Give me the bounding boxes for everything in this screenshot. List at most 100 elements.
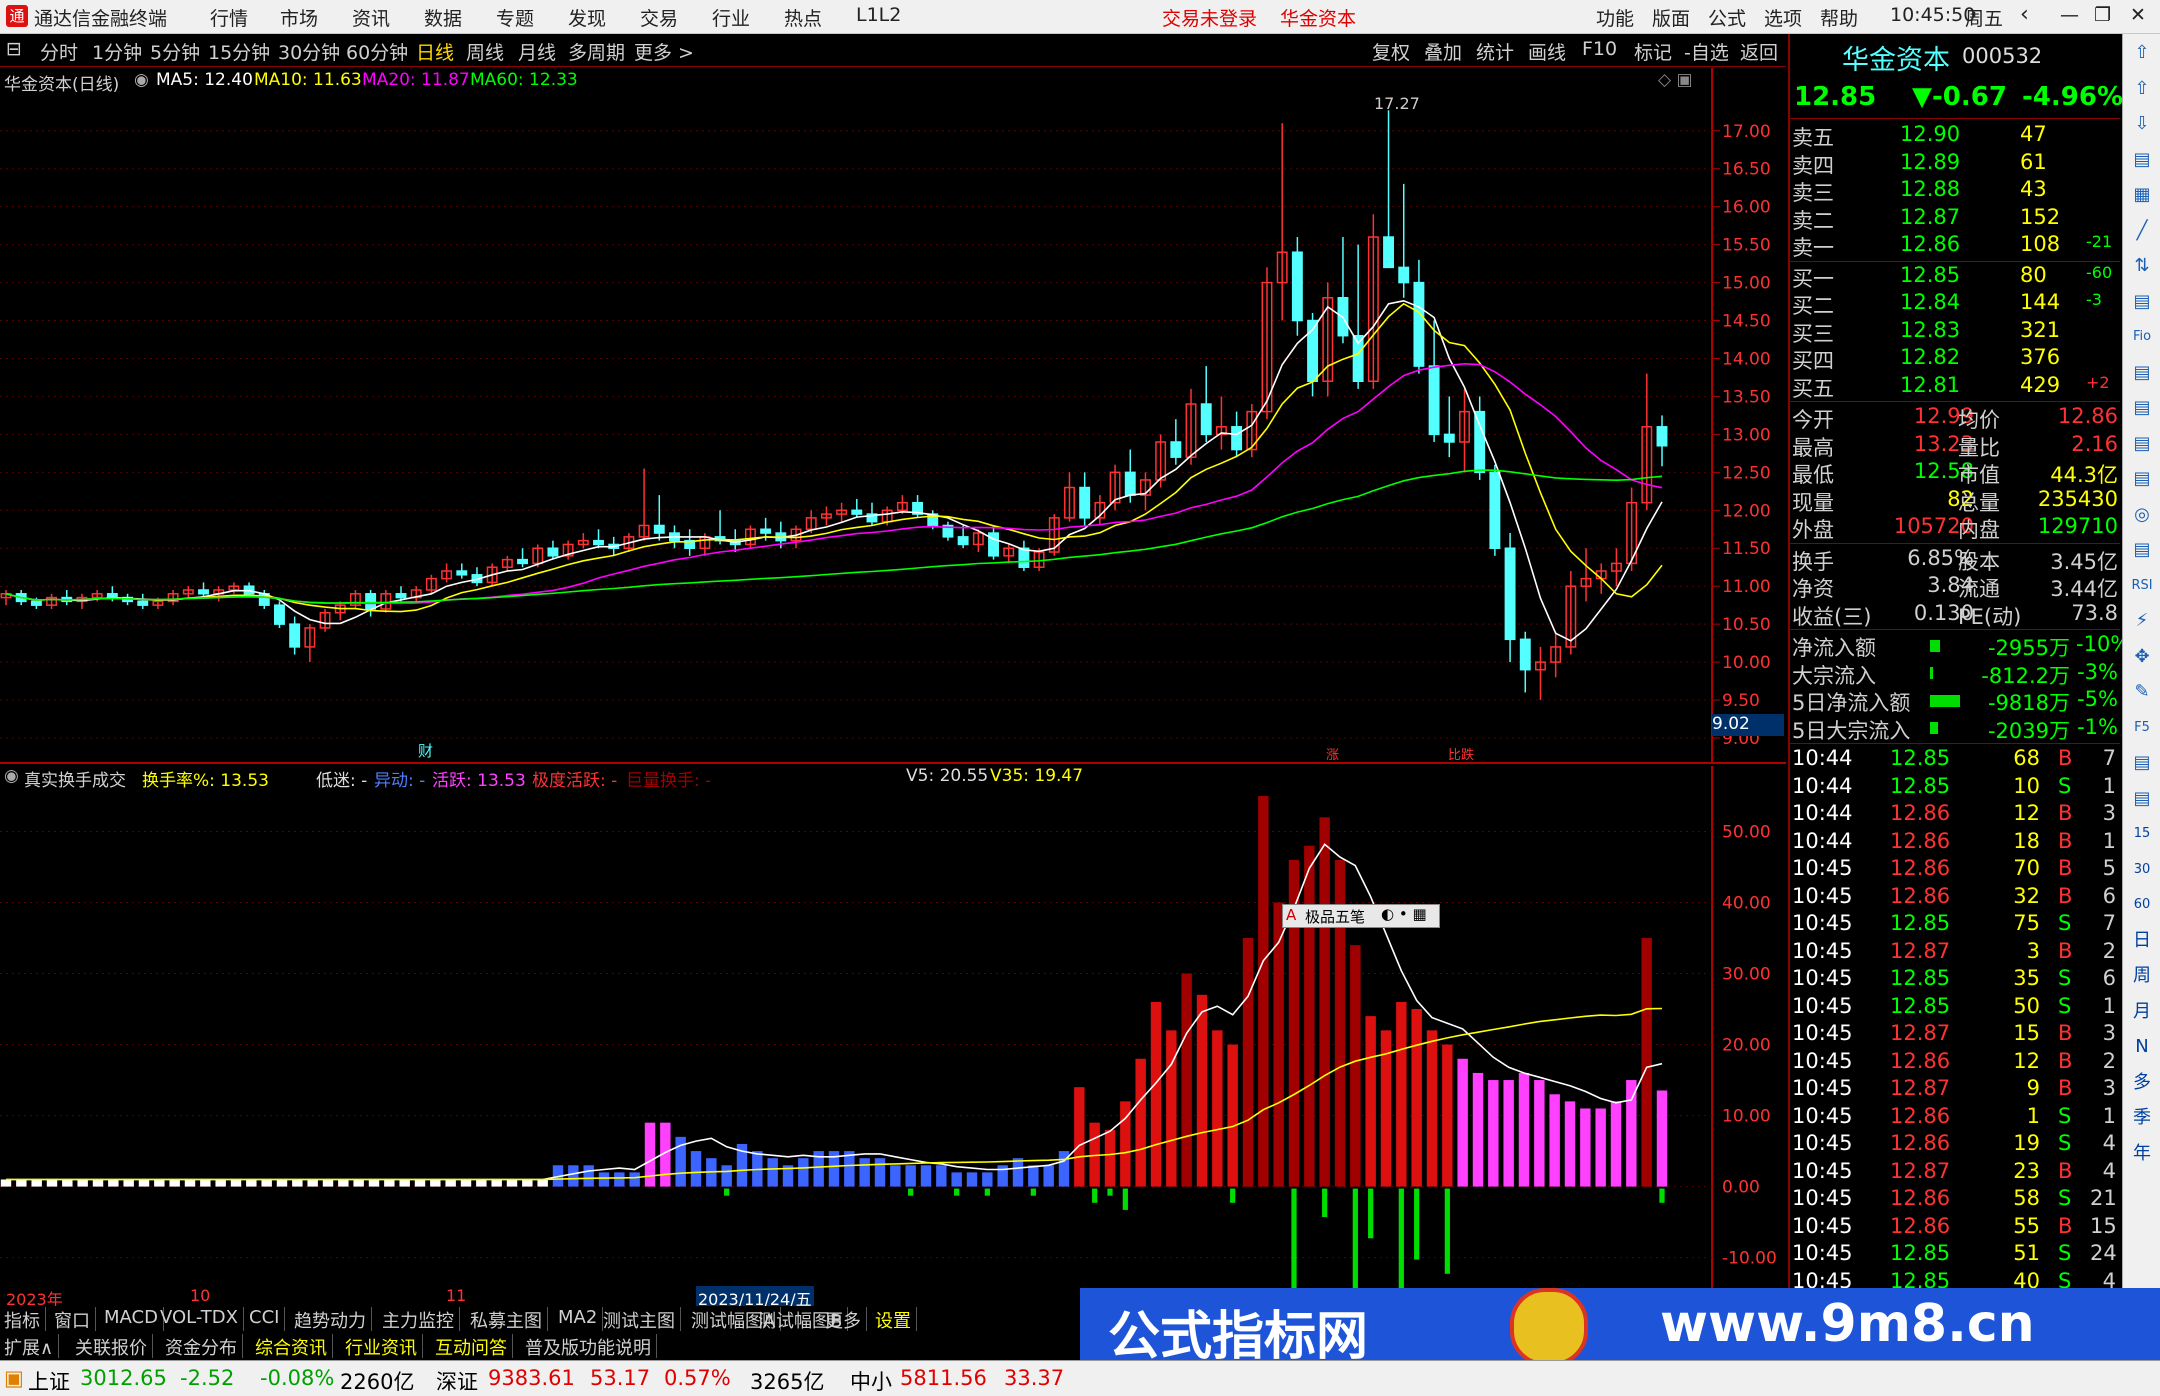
sub-legend-toggle-icon[interactable]: ◉ [4,766,19,786]
btn-stats[interactable]: 统计 [1476,38,1514,65]
index-sme-name[interactable]: 中小 [850,1366,892,1396]
legend-toggle-icon[interactable]: ◉ [134,70,149,90]
btn-overlay[interactable]: 叠加 [1424,38,1462,65]
ime-name[interactable]: 极品五笔 [1305,906,1365,927]
side-tool-icon[interactable]: ▤ [2127,358,2157,388]
side-tool-icon[interactable]: ▤ [2127,535,2157,565]
info-tab[interactable]: 扩展∧ [4,1334,60,1359]
ime-options-icon[interactable]: ◐ • ▦ [1381,905,1427,923]
index-sh-name[interactable]: 上证 [28,1366,70,1396]
menu-quotes[interactable]: 行情 [210,4,248,31]
side-tool-icon[interactable]: RSI [2127,571,2157,601]
side-tool-icon[interactable]: ⇧ [2127,38,2157,68]
info-tab[interactable]: 关联报价 [75,1334,153,1359]
side-tool-icon[interactable]: 月 [2127,997,2157,1027]
side-tool-icon[interactable]: 15 [2127,819,2157,849]
btn-adjust[interactable]: 复权 [1372,38,1410,65]
info-tab[interactable]: 资金分布 [165,1334,243,1359]
period-5min[interactable]: 5分钟 [150,38,200,65]
btn-mark[interactable]: 标记 [1634,38,1672,65]
info-tab[interactable]: 互动问答 [435,1334,513,1359]
turnover-indicator-chart[interactable]: 50.00 40.00 30.00 20.00 10.00 0.00 -10.00 ◉ 真实… [0,766,1786,1288]
period-60min[interactable]: 60分钟 [346,38,408,65]
side-tool-icon[interactable]: ⇧ [2127,74,2157,104]
event-mark-up[interactable]: 涨 [1326,744,1339,763]
side-tool-icon[interactable]: ⇅ [2127,251,2157,281]
side-tool-icon[interactable]: 日 [2127,926,2157,956]
period-30min[interactable]: 30分钟 [278,38,340,65]
side-tool-icon[interactable]: ▤ [2127,429,2157,459]
period-15min[interactable]: 15分钟 [208,38,270,65]
menu-industry[interactable]: 行业 [712,4,750,31]
side-tool-icon[interactable]: ✎ [2127,677,2157,707]
indicator-tab[interactable]: 更多 [825,1307,867,1332]
menu-l1l2[interactable]: L1L2 [856,4,901,26]
side-tool-icon[interactable]: 年 [2127,1139,2157,1169]
menu-function[interactable]: 功能 [1596,4,1634,31]
period-tick[interactable]: 分时 [40,38,78,65]
menu-formula[interactable]: 公式 [1708,4,1746,31]
indicator-tab[interactable]: VOL-TDX [160,1307,244,1331]
candlestick-svg[interactable]: 17.00 16.50 16.00 15.50 15.00 14.50 14.00 13.50… [0,68,1786,764]
period-1min[interactable]: 1分钟 [92,38,142,65]
indicator-tab[interactable]: 指标 [4,1307,46,1332]
indicator-tab[interactable]: MACD [104,1307,164,1331]
turnover-svg[interactable]: 50.00 40.00 30.00 20.00 10.00 0.00 -10.00 [0,766,1786,1288]
side-tool-icon[interactable]: 30 [2127,855,2157,885]
side-tool-icon[interactable]: ▤ [2127,748,2157,778]
side-tool-icon[interactable]: ⚡ [2127,606,2157,636]
status-menu-icon[interactable]: ▣ [4,1366,24,1390]
period-monthly[interactable]: 月线 [518,38,556,65]
btn-back[interactable]: 返回 [1740,38,1778,65]
event-mark-finance[interactable]: 财 [418,740,433,761]
menu-layout[interactable]: 版面 [1652,4,1690,31]
menu-hot[interactable]: 热点 [784,4,822,31]
menu-options[interactable]: 选项 [1764,4,1802,31]
period-weekly[interactable]: 周线 [466,38,504,65]
side-tool-icon[interactable]: ▤ [2127,464,2157,494]
menu-data[interactable]: 数据 [424,4,462,31]
period-daily[interactable]: 日线 [416,38,454,65]
side-tool-icon[interactable]: 60 [2127,890,2157,920]
side-tool-icon[interactable]: Fio [2127,322,2157,352]
indicator-tab[interactable]: 主力监控 [382,1307,460,1332]
side-tool-icon[interactable]: ✥ [2127,642,2157,672]
period-multi[interactable]: 多周期 [568,38,625,65]
menu-help[interactable]: 帮助 [1820,4,1858,31]
side-tool-icon[interactable]: ▦ [2127,180,2157,210]
restore-icon[interactable]: ❐ [2094,4,2111,26]
side-tool-icon[interactable]: ▤ [2127,393,2157,423]
ime-toolbar[interactable]: A 极品五笔 ◐ • ▦ [1282,904,1440,928]
close-icon[interactable]: ✕ [2130,4,2146,26]
indicator-tab[interactable]: 趋势动力 [294,1307,372,1332]
event-mark-down[interactable]: 比跌 [1448,744,1474,763]
side-tool-icon[interactable]: ╱ [2127,216,2157,246]
btn-draw[interactable]: 画线 [1528,38,1566,65]
side-tool-icon[interactable]: ▤ [2127,145,2157,175]
side-tool-icon[interactable]: N [2127,1032,2157,1062]
side-tool-icon[interactable]: 多 [2127,1068,2157,1098]
indicator-tab[interactable]: 设置 [875,1307,917,1332]
indicator-tab[interactable]: MA2 [558,1307,604,1331]
side-tool-icon[interactable]: ⇩ [2127,109,2157,139]
menu-topic[interactable]: 专题 [496,4,534,31]
menu-market[interactable]: 市场 [280,4,318,31]
side-tool-icon[interactable]: F5 [2127,713,2157,743]
info-tab[interactable]: 普及版功能说明 [525,1334,657,1359]
candlestick-chart[interactable]: 17.00 16.50 16.00 15.50 15.00 14.50 14.00 13.50… [0,68,1786,764]
indicator-tab[interactable]: 私募主图 [470,1307,548,1332]
ime-mode-icon[interactable]: A [1286,906,1296,924]
menu-news[interactable]: 资讯 [352,4,390,31]
indicator-tab[interactable]: 测试主图 [603,1307,681,1332]
chart-settings-icon[interactable]: ◇ ▣ [1658,70,1693,90]
info-tab[interactable]: 行业资讯 [345,1334,423,1359]
side-tool-icon[interactable]: 季 [2127,1103,2157,1133]
side-tool-icon[interactable]: 周 [2127,961,2157,991]
side-tool-icon[interactable]: ▤ [2127,287,2157,317]
trade-login-status[interactable]: 交易未登录 [1162,4,1257,31]
period-more[interactable]: 更多 > [634,38,694,65]
indicator-tab[interactable]: 窗口 [54,1307,96,1332]
side-tool-icon[interactable]: ▤ [2127,784,2157,814]
indicator-tab[interactable]: CCI [249,1307,286,1331]
menu-discover[interactable]: 发现 [568,4,606,31]
